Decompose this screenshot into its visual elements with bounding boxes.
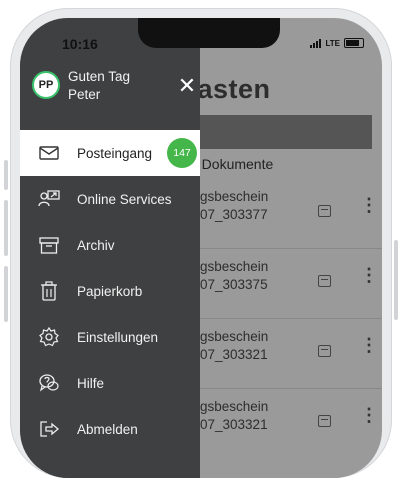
menu-item-label: Abmelden	[77, 421, 138, 437]
trash-icon	[38, 280, 60, 302]
online-services-icon	[38, 188, 60, 210]
archive-small-icon	[318, 415, 331, 427]
menu-item-label: Archiv	[77, 237, 115, 253]
app-toolbar	[190, 115, 372, 149]
status-icons: LTE	[310, 38, 364, 48]
navigation-drawer: PP Guten Tag Peter ✕ Posteingang 147 Onl…	[20, 18, 200, 478]
help-icon	[38, 372, 60, 394]
menu-item-einstellungen[interactable]: Einstellungen	[20, 314, 200, 360]
list-item[interactable]: gsbeschein 07_303375 ⋮	[190, 248, 382, 319]
doc-title: gsbeschein	[200, 259, 269, 274]
section-header: e Dokumente	[190, 156, 274, 172]
status-time: 10:16	[62, 36, 98, 52]
more-vertical-icon[interactable]: ⋮	[360, 336, 378, 354]
phone-side-button	[4, 266, 8, 322]
status-bar: 10:16 LTE	[20, 18, 382, 62]
menu-item-archiv[interactable]: Archiv	[20, 222, 200, 268]
greeting: Guten Tag Peter	[68, 68, 130, 104]
menu-item-label: Online Services	[77, 191, 172, 207]
mail-icon	[38, 142, 60, 164]
archive-small-icon	[318, 205, 331, 217]
gear-icon	[38, 326, 60, 348]
archive-small-icon	[318, 275, 331, 287]
network-label: LTE	[325, 38, 340, 48]
more-vertical-icon[interactable]: ⋮	[360, 406, 378, 424]
more-vertical-icon[interactable]: ⋮	[360, 266, 378, 284]
menu-item-papierkorb[interactable]: Papierkorb	[20, 268, 200, 314]
doc-id: 07_303321	[200, 417, 268, 432]
phone-screen: 10:16 LTE kasten e Dokumente gsbeschein …	[20, 18, 382, 478]
archive-icon	[38, 234, 60, 256]
logout-icon	[38, 418, 60, 440]
greeting-line: Guten Tag	[68, 69, 131, 84]
more-vertical-icon[interactable]: ⋮	[360, 196, 378, 214]
list-item[interactable]: gsbeschein 07_303321 ⋮	[190, 388, 382, 458]
doc-id: 07_303375	[200, 277, 268, 292]
menu-item-label: Einstellungen	[77, 329, 159, 345]
menu-item-label: Posteingang	[77, 145, 153, 161]
doc-title: gsbeschein	[200, 329, 269, 344]
doc-id: 07_303321	[200, 347, 268, 362]
user-name: Peter	[68, 87, 101, 102]
phone-side-button	[394, 240, 398, 320]
drawer-menu: Posteingang 147 Online Services Archiv P…	[20, 130, 200, 452]
doc-id: 07_303377	[200, 207, 268, 222]
menu-item-hilfe[interactable]: Hilfe	[20, 360, 200, 406]
doc-title: gsbeschein	[200, 189, 269, 204]
archive-small-icon	[318, 345, 331, 357]
menu-item-abmelden[interactable]: Abmelden	[20, 406, 200, 452]
unread-count-badge: 147	[167, 138, 197, 168]
phone-side-button	[4, 160, 8, 190]
list-item[interactable]: gsbeschein 07_303377 ⋮	[190, 178, 382, 249]
close-icon[interactable]: ✕	[177, 75, 197, 97]
notch	[138, 18, 280, 48]
battery-icon	[344, 38, 364, 48]
menu-item-posteingang[interactable]: Posteingang 147	[20, 130, 200, 176]
menu-item-online-services[interactable]: Online Services	[20, 176, 200, 222]
menu-item-label: Hilfe	[77, 375, 105, 391]
list-item[interactable]: gsbeschein 07_303321 ⋮	[190, 318, 382, 389]
signal-icon	[310, 38, 322, 48]
phone-side-button	[4, 200, 8, 256]
avatar[interactable]: PP	[32, 71, 60, 99]
doc-title: gsbeschein	[200, 399, 269, 414]
menu-item-label: Papierkorb	[77, 283, 143, 299]
